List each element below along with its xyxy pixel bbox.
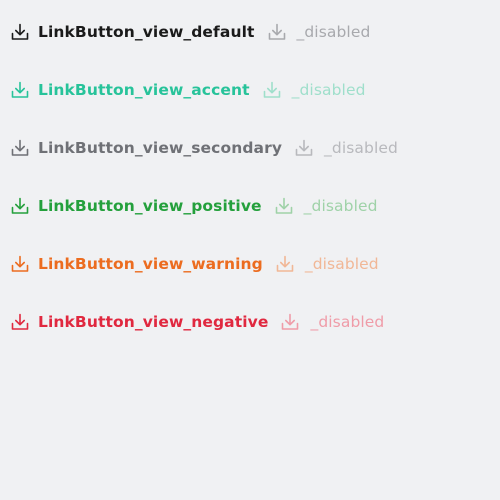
link-button-positive-label: LinkButton_view_positive: [38, 197, 262, 215]
download-icon: [10, 22, 30, 42]
link-button-warning-label: LinkButton_view_warning: [38, 255, 263, 273]
link-button-secondary-label: LinkButton_view_secondary: [38, 139, 283, 157]
link-button-warning[interactable]: LinkButton_view_warning: [10, 253, 263, 275]
link-button-accent-disabled[interactable]: _disabled: [262, 79, 366, 101]
link-button-accent-disabled-label: _disabled: [291, 81, 366, 99]
download-icon: [294, 138, 314, 158]
download-icon: [262, 80, 282, 100]
link-button-secondary[interactable]: LinkButton_view_secondary: [10, 137, 282, 159]
download-icon: [10, 196, 30, 216]
download-icon: [10, 254, 30, 274]
link-button-accent[interactable]: LinkButton_view_accent: [10, 79, 250, 101]
link-button-positive-disabled[interactable]: _disabled: [274, 195, 378, 217]
link-button-warning-disabled[interactable]: _disabled: [275, 253, 379, 275]
row-default: LinkButton_view_default _disabled: [10, 21, 370, 43]
link-button-default[interactable]: LinkButton_view_default: [10, 21, 255, 43]
link-button-positive[interactable]: LinkButton_view_positive: [10, 195, 262, 217]
link-button-default-disabled-label: _disabled: [296, 23, 371, 41]
download-icon: [275, 254, 295, 274]
row-warning: LinkButton_view_warning _disabled: [10, 253, 379, 275]
download-icon: [10, 80, 30, 100]
link-button-negative-disabled-label: _disabled: [310, 313, 385, 331]
link-button-positive-disabled-label: _disabled: [303, 197, 378, 215]
row-accent: LinkButton_view_accent _disabled: [10, 79, 366, 101]
link-button-default-label: LinkButton_view_default: [38, 23, 255, 41]
link-button-default-disabled[interactable]: _disabled: [267, 21, 371, 43]
download-icon: [10, 312, 30, 332]
link-button-negative-label: LinkButton_view_negative: [38, 313, 269, 331]
link-button-warning-disabled-label: _disabled: [304, 255, 379, 273]
download-icon: [274, 196, 294, 216]
link-button-secondary-disabled[interactable]: _disabled: [294, 137, 398, 159]
row-positive: LinkButton_view_positive _disabled: [10, 195, 378, 217]
link-button-secondary-disabled-label: _disabled: [324, 139, 398, 157]
download-icon: [267, 22, 287, 42]
link-button-negative-disabled[interactable]: _disabled: [280, 311, 384, 333]
row-negative: LinkButton_view_negative _disabled: [10, 311, 384, 333]
download-icon: [280, 312, 300, 332]
row-secondary: LinkButton_view_secondary _disabled: [10, 137, 398, 159]
link-button-accent-label: LinkButton_view_accent: [38, 81, 250, 99]
link-button-negative[interactable]: LinkButton_view_negative: [10, 311, 268, 333]
download-icon: [10, 138, 30, 158]
